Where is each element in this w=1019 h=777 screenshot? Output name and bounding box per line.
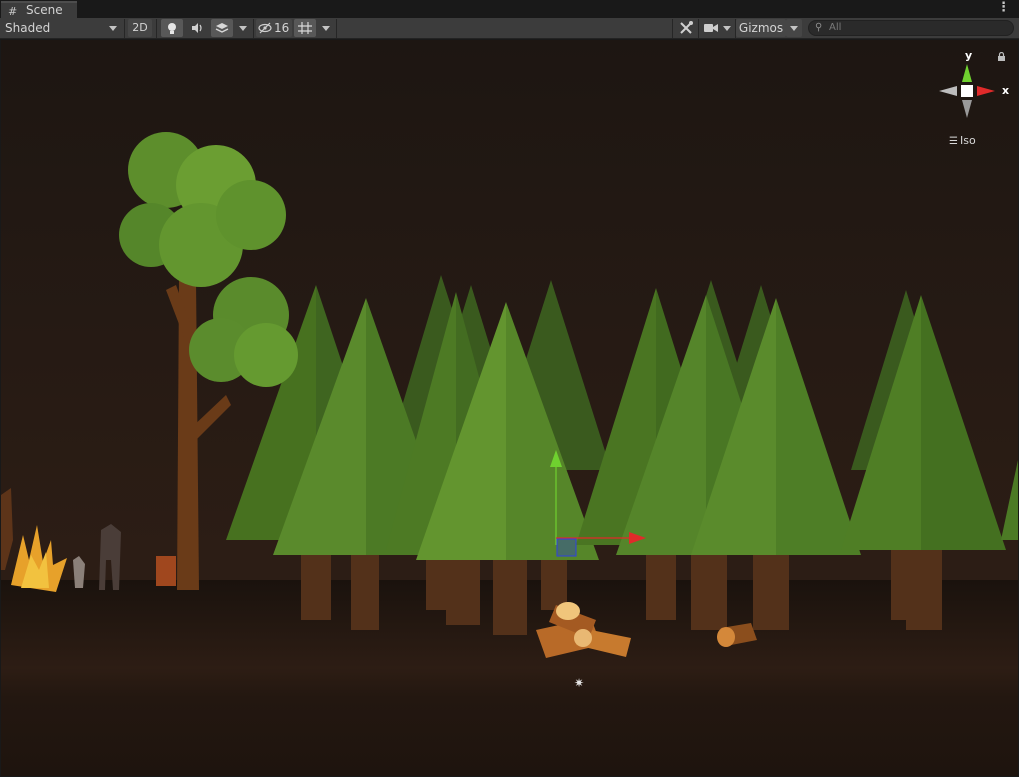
shading-mode-label: Shaded bbox=[5, 21, 51, 35]
y-axis-label: y bbox=[965, 49, 973, 62]
grid-snap-icon bbox=[298, 22, 312, 34]
toolbar-divider bbox=[698, 19, 699, 38]
barrel bbox=[156, 556, 176, 586]
gizmos-dropdown[interactable] bbox=[786, 19, 802, 37]
search-icon: ⚲ bbox=[815, 22, 823, 33]
search-input[interactable]: ⚲ All bbox=[808, 20, 1014, 36]
lock-icon[interactable] bbox=[997, 52, 1006, 61]
scene-audio-toggle[interactable] bbox=[186, 19, 208, 37]
chevron-down-icon bbox=[239, 26, 247, 31]
toolbar-divider bbox=[124, 19, 125, 38]
scene-viewport[interactable]: ✷ y x ☰ Iso bbox=[1, 40, 1018, 776]
gizmos-label: Gizmos bbox=[738, 21, 784, 35]
light-gizmo-icon[interactable]: ✷ bbox=[574, 676, 584, 690]
center-cube[interactable] bbox=[961, 85, 973, 97]
grid-dropdown[interactable] bbox=[318, 19, 334, 37]
chevron-down-icon bbox=[790, 26, 798, 31]
scene-lighting-toggle[interactable] bbox=[161, 19, 183, 37]
camera-icon bbox=[704, 24, 718, 32]
scene-canvas[interactable]: ✷ bbox=[1, 40, 1018, 776]
toolbar-divider bbox=[253, 19, 254, 38]
hidden-objects-count: 16 bbox=[274, 21, 290, 35]
x-axis-label: x bbox=[1002, 84, 1010, 97]
chevron-down-icon bbox=[109, 26, 117, 31]
kebab-menu-icon[interactable]: ⋮ bbox=[997, 1, 1010, 15]
camera-dropdown[interactable] bbox=[720, 19, 734, 37]
speaker-icon bbox=[192, 23, 202, 33]
gizmos-toggle[interactable]: Gizmos bbox=[736, 19, 786, 37]
tools-icon bbox=[680, 21, 693, 34]
xy-plane-handle[interactable] bbox=[556, 538, 577, 557]
menu-icon: ☰ bbox=[949, 136, 958, 147]
grid-icon: # bbox=[8, 5, 18, 18]
projection-label: Iso bbox=[959, 134, 976, 147]
toolbar-divider bbox=[156, 19, 157, 38]
2d-mode-toggle[interactable]: 2D bbox=[128, 19, 152, 37]
shading-mode-dropdown[interactable]: Shaded bbox=[0, 19, 122, 37]
chevron-down-icon bbox=[322, 26, 330, 31]
search-placeholder: All bbox=[829, 22, 842, 33]
tools-button[interactable] bbox=[676, 19, 696, 37]
layers-icon bbox=[215, 23, 229, 33]
scene-effects-toggle[interactable] bbox=[211, 19, 233, 37]
tab-scene-label: Scene bbox=[26, 3, 63, 17]
toolbar-divider bbox=[672, 19, 673, 38]
tab-bar: # Scene ⋮ bbox=[0, 0, 1019, 18]
grid-snap-toggle[interactable] bbox=[294, 19, 316, 37]
eye-slash-icon bbox=[258, 22, 272, 34]
toolbar-divider bbox=[336, 19, 337, 38]
lightbulb-icon bbox=[168, 23, 176, 34]
camera-settings-button[interactable] bbox=[701, 19, 721, 37]
projection-toggle[interactable]: ☰ Iso bbox=[949, 134, 976, 147]
tab-scene[interactable]: # Scene bbox=[1, 1, 77, 18]
2d-mode-label: 2D bbox=[132, 21, 148, 34]
chevron-down-icon bbox=[723, 26, 731, 31]
hidden-objects-toggle[interactable]: 16 bbox=[256, 19, 292, 37]
scene-toolbar: Shaded 2D 16 Gizmos ⚲ All bbox=[0, 18, 1019, 39]
effects-dropdown[interactable] bbox=[235, 19, 251, 37]
